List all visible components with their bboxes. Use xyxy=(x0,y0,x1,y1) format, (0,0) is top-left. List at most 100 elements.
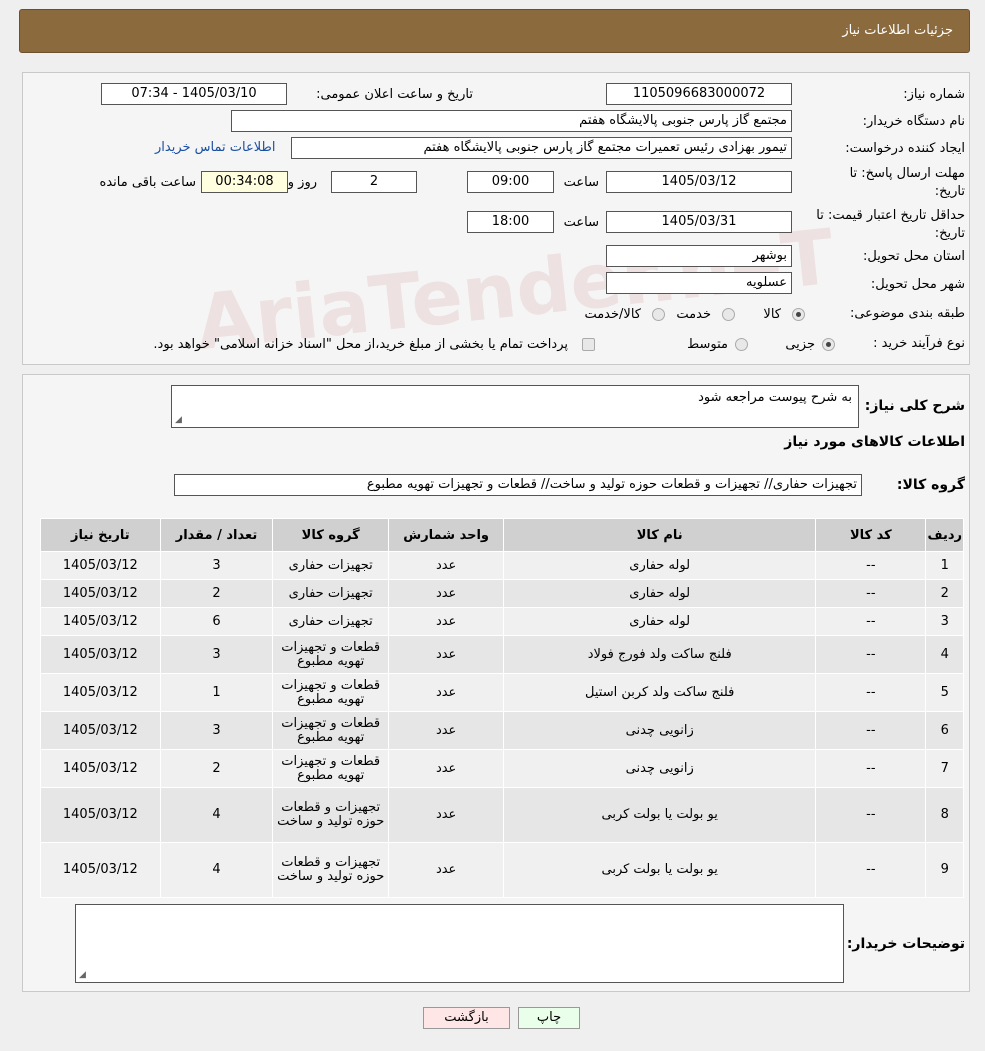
remaining-label: ساعت باقی مانده xyxy=(99,175,196,190)
category-radio-goods[interactable] xyxy=(792,308,805,321)
cell-need-date: 1405/03/12 xyxy=(40,711,161,750)
buyer-notes-textarea[interactable]: ◢ xyxy=(75,904,844,983)
cell-item-code: -- xyxy=(815,673,927,712)
cell-item-name: یو بولت یا بولت کربی xyxy=(503,842,817,898)
table-row: 1 -- لوله حفاری عدد تجهیزات حفاری 3 1405… xyxy=(40,551,964,580)
col-item-code: کد کالا xyxy=(815,518,927,552)
cell-row-number: 8 xyxy=(925,787,964,843)
cell-need-date: 1405/03/12 xyxy=(40,635,161,674)
cell-item-code: -- xyxy=(815,787,927,843)
deadline-date-field: 1405/03/12 xyxy=(606,171,792,193)
purchase-note: پرداخت تمام یا بخشی از مبلغ خرید،از محل … xyxy=(153,337,568,352)
cell-item-name: لوله حفاری xyxy=(503,551,817,580)
category-option-service: خدمت xyxy=(676,307,711,322)
page-title: جزئیات اطلاعات نیاز xyxy=(842,23,953,38)
cell-row-number: 7 xyxy=(925,749,964,788)
creator-label: ایجاد کننده درخواست: xyxy=(845,141,965,156)
col-unit: واحد شمارش xyxy=(388,518,505,552)
validity-label: حداقل تاریخ اعتبار قیمت: تا تاریخ: xyxy=(816,207,965,243)
cell-item-group: قطعات و تجهیزات تهویه مطبوع xyxy=(272,711,390,750)
cell-quantity: 2 xyxy=(159,579,274,608)
cell-item-name: لوله حفاری xyxy=(503,579,817,608)
cell-item-name: فلنج ساکت ولد کربن استیل xyxy=(503,673,817,712)
days-label: روز و xyxy=(287,175,317,190)
buyer-contact-link[interactable]: اطلاعات تماس خریدار xyxy=(155,140,275,155)
table-row: 9 -- یو بولت یا بولت کربی عدد تجهیزات و … xyxy=(40,842,964,898)
cell-item-code: -- xyxy=(815,711,927,750)
cell-need-date: 1405/03/12 xyxy=(40,787,161,843)
buyer-field: مجتمع گاز پارس جنوبی پالایشگاه هفتم xyxy=(231,110,792,132)
cell-item-code: -- xyxy=(815,551,927,580)
col-row-number: ردیف xyxy=(925,518,964,552)
cell-item-code: -- xyxy=(815,607,927,636)
buyer-notes-label: توضیحات خریدار: xyxy=(846,936,965,952)
table-header-row: ردیف کد کالا نام کالا واحد شمارش گروه کا… xyxy=(40,518,964,552)
goods-table: ردیف کد کالا نام کالا واحد شمارش گروه کا… xyxy=(40,518,964,898)
cell-unit: عدد xyxy=(388,551,505,580)
validity-label-line1: حداقل تاریخ اعتبار قیمت: تا xyxy=(816,208,965,223)
cell-need-date: 1405/03/12 xyxy=(40,749,161,788)
table-row: 6 -- زانویی چدنی عدد قطعات و تجهیزات تهو… xyxy=(40,711,964,750)
cell-unit: عدد xyxy=(388,749,505,788)
cell-item-name: لوله حفاری xyxy=(503,607,817,636)
col-item-group: گروه کالا xyxy=(272,518,390,552)
deadline-label-line2: تاریخ: xyxy=(934,184,965,199)
cell-need-date: 1405/03/12 xyxy=(40,607,161,636)
col-item-name: نام کالا xyxy=(503,518,817,552)
table-row: 3 -- لوله حفاری عدد تجهیزات حفاری 6 1405… xyxy=(40,607,964,636)
col-quantity: تعداد / مقدار xyxy=(159,518,274,552)
cell-item-name: زانویی چدنی xyxy=(503,711,817,750)
purchase-note-checkbox[interactable] xyxy=(582,338,595,351)
cell-quantity: 6 xyxy=(159,607,274,636)
cell-quantity: 4 xyxy=(159,842,274,898)
cell-unit: عدد xyxy=(388,607,505,636)
province-label: استان محل تحویل: xyxy=(863,249,965,264)
resize-grip-icon[interactable]: ◢ xyxy=(175,415,182,425)
table-row: 8 -- یو بولت یا بولت کربی عدد تجهیزات و … xyxy=(40,787,964,843)
cell-quantity: 3 xyxy=(159,711,274,750)
category-label: طبقه بندی موضوعی: xyxy=(849,306,965,321)
validity-time-label: ساعت xyxy=(563,215,599,230)
validity-time-field: 18:00 xyxy=(467,211,554,233)
resize-grip-icon[interactable]: ◢ xyxy=(79,970,86,980)
description-textarea[interactable]: به شرح پیوست مراجعه شود ◢ xyxy=(171,385,859,428)
purchase-radio-medium[interactable] xyxy=(735,338,748,351)
deadline-time-field: 09:00 xyxy=(467,171,554,193)
purchase-option-medium: متوسط xyxy=(687,337,728,352)
cell-item-group: تجهیزات حفاری xyxy=(272,607,390,636)
cell-item-group: تجهیزات حفاری xyxy=(272,551,390,580)
cell-item-code: -- xyxy=(815,842,927,898)
deadline-label-line1: مهلت ارسال پاسخ: تا xyxy=(849,166,965,181)
cell-item-group: تجهیزات و قطعات حوزه تولید و ساخت xyxy=(272,787,390,843)
cell-unit: عدد xyxy=(388,842,505,898)
cell-row-number: 2 xyxy=(925,579,964,608)
category-radio-service[interactable] xyxy=(722,308,735,321)
back-button[interactable]: بازگشت xyxy=(423,1007,510,1029)
deadline-time-label: ساعت xyxy=(563,175,599,190)
cell-quantity: 3 xyxy=(159,635,274,674)
table-row: 4 -- فلنج ساکت ولد فورج فولاد عدد قطعات … xyxy=(40,635,964,674)
table-row: 2 -- لوله حفاری عدد تجهیزات حفاری 2 1405… xyxy=(40,579,964,608)
cell-row-number: 1 xyxy=(925,551,964,580)
cell-row-number: 3 xyxy=(925,607,964,636)
cell-item-name: زانویی چدنی xyxy=(503,749,817,788)
announce-label: تاریخ و ساعت اعلان عمومی: xyxy=(316,87,473,102)
purchase-option-minor: جزیی xyxy=(785,337,815,352)
cell-item-code: -- xyxy=(815,579,927,608)
cell-quantity: 4 xyxy=(159,787,274,843)
purchase-radio-minor[interactable] xyxy=(822,338,835,351)
need-number-label: شماره نیاز: xyxy=(903,87,965,102)
col-need-date: تاریخ نیاز xyxy=(40,518,161,552)
cell-quantity: 1 xyxy=(159,673,274,712)
province-field: بوشهر xyxy=(606,245,792,267)
creator-field: تیمور بهزادی رئیس تعمیرات مجتمع گاز پارس… xyxy=(291,137,792,159)
cell-unit: عدد xyxy=(388,635,505,674)
city-field: عسلویه xyxy=(606,272,792,294)
cell-need-date: 1405/03/12 xyxy=(40,842,161,898)
cell-unit: عدد xyxy=(388,711,505,750)
category-radio-goods-service[interactable] xyxy=(652,308,665,321)
cell-need-date: 1405/03/12 xyxy=(40,579,161,608)
print-button[interactable]: چاپ xyxy=(518,1007,580,1029)
cell-quantity: 3 xyxy=(159,551,274,580)
validity-label-line2: تاریخ: xyxy=(934,226,965,241)
